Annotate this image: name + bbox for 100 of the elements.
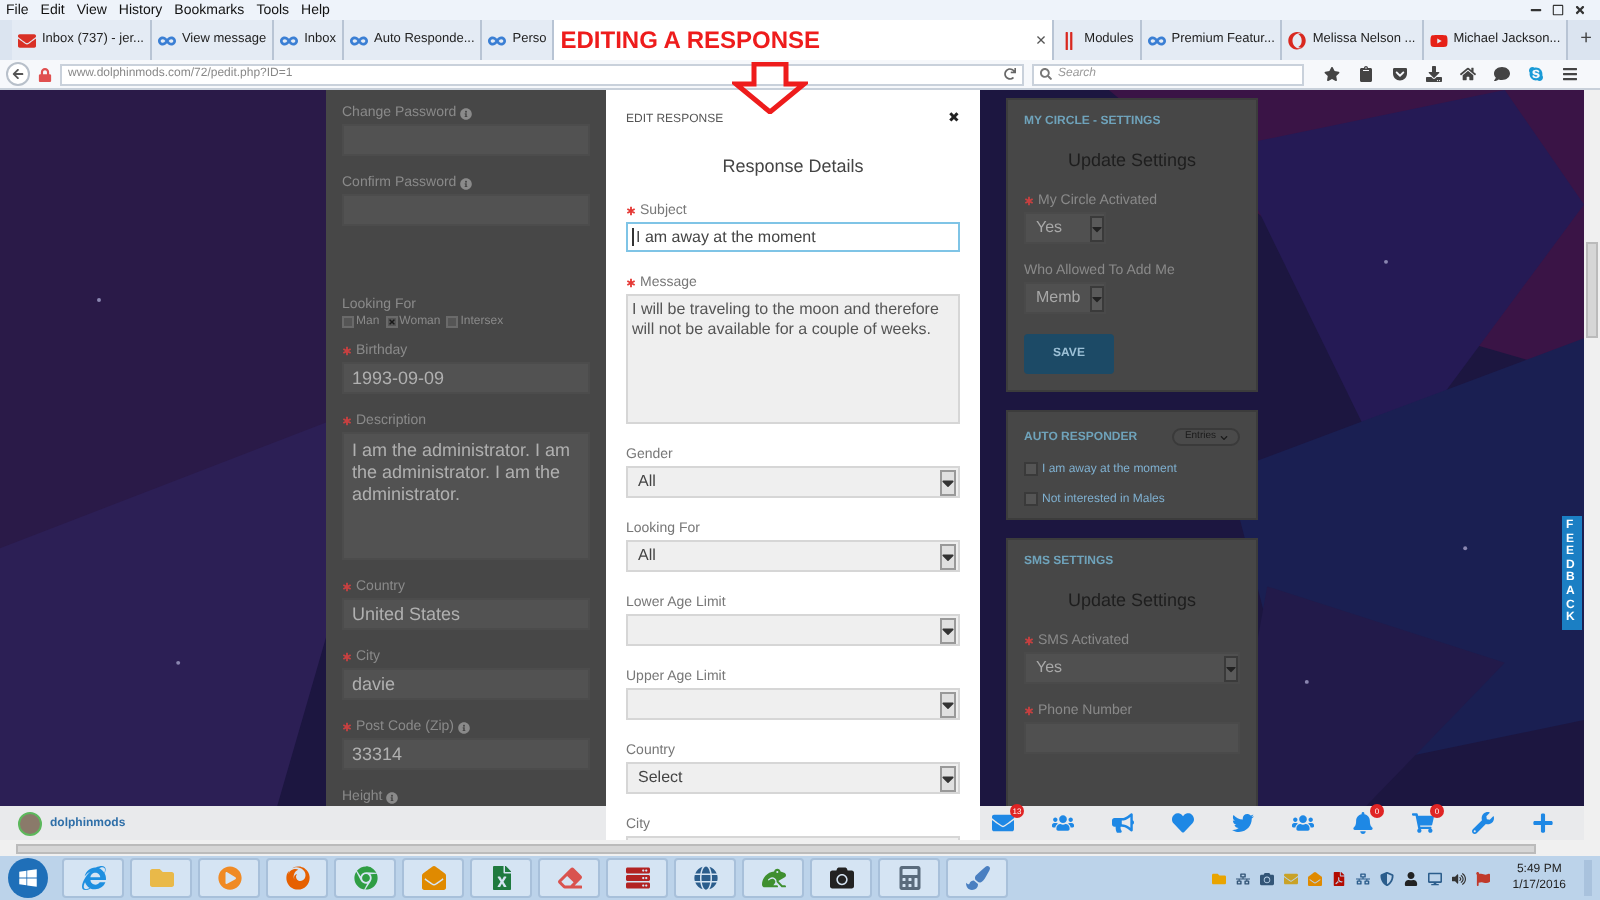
bell-icon[interactable] [1352,812,1374,834]
speaker-icon[interactable] [1452,871,1467,885]
new-tab-button[interactable]: + [1580,30,1592,50]
required-icon [1024,706,1034,716]
scrollbar-thumb[interactable] [16,843,1536,853]
wrench-icon[interactable] [1472,812,1494,834]
caret-icon [1090,215,1104,241]
server-icon [625,866,649,890]
play-icon [1429,31,1448,49]
required-icon [342,582,352,592]
tab-close-button[interactable]: × [1035,31,1047,49]
network-icon[interactable] [1356,871,1371,885]
plus-icon[interactable] [1532,812,1554,834]
text-area[interactable]: I am the administrator. I am the administrator. I am the administrator. [342,432,590,560]
skype-icon[interactable] [1528,66,1544,82]
vertical-scrollbar[interactable] [1584,90,1600,840]
cart-icon[interactable] [1412,812,1434,834]
heart-icon[interactable] [1172,812,1194,834]
menu-icon[interactable] [1562,66,1578,82]
infinity-icon [157,31,176,49]
calculator-icon [897,866,921,890]
checkbox[interactable] [1024,462,1038,476]
required-icon [626,278,636,288]
input-field[interactable]: I am away at the moment [626,222,960,252]
infinity-icon [488,31,507,49]
select-field[interactable] [626,614,960,646]
scrollbar-thumb[interactable] [1586,242,1598,338]
checkbox[interactable] [385,316,398,328]
pdf-icon[interactable] [1332,871,1347,885]
required-icon [626,206,636,216]
pocket-icon[interactable] [1392,66,1408,82]
close-icon[interactable] [1574,4,1586,16]
checkbox[interactable] [342,316,354,328]
caret-icon [940,469,956,495]
play-icon [217,866,241,890]
envelope-icon [18,31,36,49]
infinity-icon [1147,31,1166,49]
info-icon [460,107,473,119]
avatar[interactable] [18,811,42,835]
required-icon [342,346,352,356]
maximize-icon[interactable] [1552,4,1564,16]
input-field[interactable]: 1993-09-09 [342,362,590,394]
taskbar-button[interactable] [810,858,872,898]
globe-icon [693,866,717,890]
minimize-icon[interactable] [1530,4,1542,16]
spreadsheet-icon [489,866,513,890]
down-arrow-icon [732,62,808,114]
paintbrush-icon [965,866,989,890]
mail-icon[interactable] [992,812,1014,834]
taskbar-button[interactable] [674,858,736,898]
site-icon [38,67,52,81]
required-icon [342,722,352,732]
firefox-icon [285,866,309,890]
reload-icon[interactable] [1004,68,1016,80]
caret-icon [940,617,956,643]
clipboard-icon[interactable] [1358,66,1374,82]
people-icon[interactable] [1292,812,1314,834]
caret-icon [940,765,956,791]
input-field[interactable]: 33314 [342,738,590,770]
checkbox[interactable] [446,316,459,328]
back-button[interactable] [6,62,30,86]
caret-icon [940,543,956,569]
bird-icon[interactable] [1232,812,1254,834]
start-button[interactable] [8,858,48,898]
flag-icon[interactable] [1476,871,1491,885]
checkbox[interactable] [1024,492,1038,506]
annotation-label: EDITING A RESPONSE [560,28,821,52]
info-icon [460,177,473,189]
user-icon[interactable] [1404,871,1419,885]
browser-icon [81,866,105,890]
ring-icon [1288,31,1307,49]
select-field[interactable]: All [626,466,960,498]
search-icon [1040,68,1052,80]
browser-tab[interactable]: EDITING A RESPONSE × [554,20,1055,60]
star-icon[interactable] [1324,66,1340,82]
network-icon[interactable] [1236,871,1251,885]
open-envelope-icon[interactable] [1308,871,1323,885]
dialog-title: Response Details [720,158,866,176]
download-icon[interactable] [1426,66,1442,82]
infinity-icon [350,31,369,49]
caret-icon [1224,655,1238,681]
select-field[interactable]: All [626,540,960,572]
horizontal-scrollbar[interactable] [0,840,1600,856]
windows-logo-icon [18,868,38,888]
required-icon [342,652,352,662]
text-area[interactable]: I will be traveling to the moon and therefore will not be available for a couple of weeks. [626,294,960,424]
input-field[interactable]: United States [342,598,590,630]
select-field[interactable] [626,688,960,720]
shield-icon[interactable] [1380,871,1395,885]
chat-icon[interactable] [1494,66,1510,82]
select-field[interactable]: Select [626,762,960,794]
people-icon[interactable] [1052,812,1074,834]
home-icon[interactable] [1460,66,1476,82]
info-icon [458,721,471,733]
monitor-icon[interactable] [1428,871,1443,885]
required-icon [1024,196,1034,206]
infinity-icon [280,31,299,49]
input-field[interactable]: davie [342,668,590,700]
megaphone-icon[interactable] [1112,812,1134,834]
camera-icon[interactable] [1260,871,1275,885]
